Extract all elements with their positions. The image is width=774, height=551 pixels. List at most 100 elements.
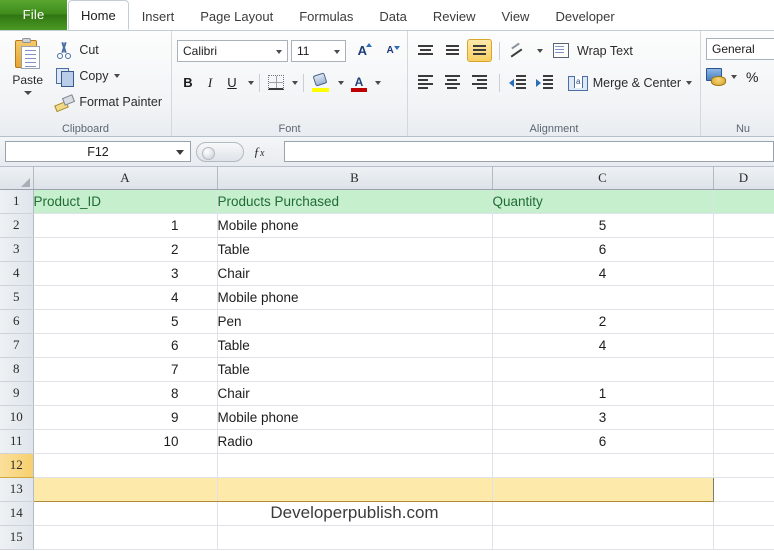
cell-d3[interactable] [713,237,774,262]
chevron-down-icon[interactable] [248,80,254,85]
cell-c5[interactable] [492,285,714,310]
cell-c8[interactable] [492,357,714,382]
font-name-combo[interactable]: Calibri [177,39,288,62]
cell-c13[interactable] [492,476,714,502]
cut-button[interactable]: Cut [50,37,166,63]
cell-a8[interactable]: 7 [33,357,218,382]
borders-button[interactable] [265,72,287,94]
row-header-2[interactable]: 2 [0,213,34,238]
row-header-1[interactable]: 1 [0,189,34,214]
table-row[interactable]: 5 4 Mobile phone [0,285,774,310]
fill-color-button[interactable] [309,71,333,94]
increase-indent-button[interactable] [532,71,557,94]
cell-b4[interactable]: Chair [217,261,493,286]
column-header-d[interactable]: D [713,167,774,190]
row-header-3[interactable]: 3 [0,237,34,262]
merge-center-button[interactable]: Merge & Center [565,71,695,95]
font-color-button[interactable]: A [348,72,370,94]
cell-c9[interactable]: 1 [492,381,714,406]
italic-button[interactable]: I [199,72,221,94]
cell-c6[interactable]: 2 [492,309,714,334]
cell-a1[interactable]: Product_ID [33,189,218,214]
cell-a7[interactable]: 6 [33,333,218,358]
row-header-15[interactable]: 15 [0,525,34,550]
tab-developer[interactable]: Developer [542,2,627,30]
cell-b15[interactable] [217,525,493,550]
cell-d5[interactable] [713,285,774,310]
chevron-down-icon[interactable] [113,74,120,78]
table-row[interactable]: 9 8 Chair 1 [0,381,774,406]
align-center-button[interactable] [440,71,465,94]
align-left-button[interactable] [413,71,438,94]
cell-d6[interactable] [713,309,774,334]
align-middle-button[interactable] [440,39,465,62]
cell-d9[interactable] [713,381,774,406]
row-header-4[interactable]: 4 [0,261,34,286]
cell-d11[interactable] [713,429,774,454]
table-row[interactable]: 12 [0,453,774,478]
row-header-12[interactable]: 12 [0,453,34,478]
cell-d14[interactable] [713,501,774,526]
cell-c14[interactable] [492,501,714,526]
formula-input[interactable] [284,141,774,162]
chevron-down-icon[interactable] [686,80,692,85]
cell-a11[interactable]: 10 [33,429,218,454]
file-tab[interactable]: File [0,0,68,30]
chevron-down-icon[interactable] [338,80,344,85]
cell-b11[interactable]: Radio [217,429,493,454]
insert-function-icon[interactable]: ƒx [244,144,274,160]
column-header-b[interactable]: B [217,167,493,190]
cell-d2[interactable] [713,213,774,238]
spreadsheet-grid[interactable]: A B C D 1 Product_ID Products Purchased … [0,167,774,551]
table-row[interactable]: 6 5 Pen 2 [0,309,774,334]
tab-view[interactable]: View [489,2,543,30]
cancel-enter-buttons[interactable] [196,141,244,162]
column-header-c[interactable]: C [492,167,714,190]
table-row[interactable]: 4 3 Chair 4 [0,261,774,286]
cell-a9[interactable]: 8 [33,381,218,406]
cell-d4[interactable] [713,261,774,286]
table-row[interactable]: 10 9 Mobile phone 3 [0,405,774,430]
number-format-combo[interactable]: General [706,38,774,60]
cell-c1[interactable]: Quantity [492,189,714,214]
cell-c7[interactable]: 4 [492,333,714,358]
cell-d15[interactable] [713,525,774,550]
cell-c2[interactable]: 5 [492,213,714,238]
row-header-9[interactable]: 9 [0,381,34,406]
chevron-down-icon[interactable] [176,150,184,155]
align-top-button[interactable] [413,39,438,62]
cell-a6[interactable]: 5 [33,309,218,334]
paste-button[interactable]: Paste [5,35,50,121]
cell-b3[interactable]: Table [217,237,493,262]
align-right-button[interactable] [467,71,492,94]
cell-a14[interactable] [33,501,218,526]
select-all-corner[interactable] [0,167,34,190]
row-header-7[interactable]: 7 [0,333,34,358]
cell-a15[interactable] [33,525,218,550]
cell-a4[interactable]: 3 [33,261,218,286]
cell-a5[interactable]: 4 [33,285,218,310]
cell-d13[interactable] [713,476,774,502]
cell-b8[interactable]: Table [217,357,493,382]
table-row[interactable]: 1 Product_ID Products Purchased Quantity [0,189,774,214]
cell-c12[interactable] [492,453,714,478]
tab-insert[interactable]: Insert [129,2,188,30]
underline-button[interactable]: U [221,72,243,94]
table-row[interactable]: 2 1 Mobile phone 5 [0,213,774,238]
currency-icon[interactable] [706,68,726,86]
row-header-13[interactable]: 13 [0,477,34,502]
cell-b5[interactable]: Mobile phone [217,285,493,310]
name-box[interactable]: F12 [5,141,191,162]
cell-b10[interactable]: Mobile phone [217,405,493,430]
font-size-combo[interactable]: 11 [290,39,347,62]
chevron-down-icon[interactable] [275,49,282,54]
align-bottom-button[interactable] [467,39,492,62]
chevron-down-icon[interactable] [731,74,737,79]
chevron-down-icon[interactable] [537,48,543,53]
row-header-6[interactable]: 6 [0,309,34,334]
cell-d8[interactable] [713,357,774,382]
tab-data[interactable]: Data [366,2,419,30]
cell-c4[interactable]: 4 [492,261,714,286]
column-header-a[interactable]: A [33,167,218,190]
cell-b6[interactable]: Pen [217,309,493,334]
